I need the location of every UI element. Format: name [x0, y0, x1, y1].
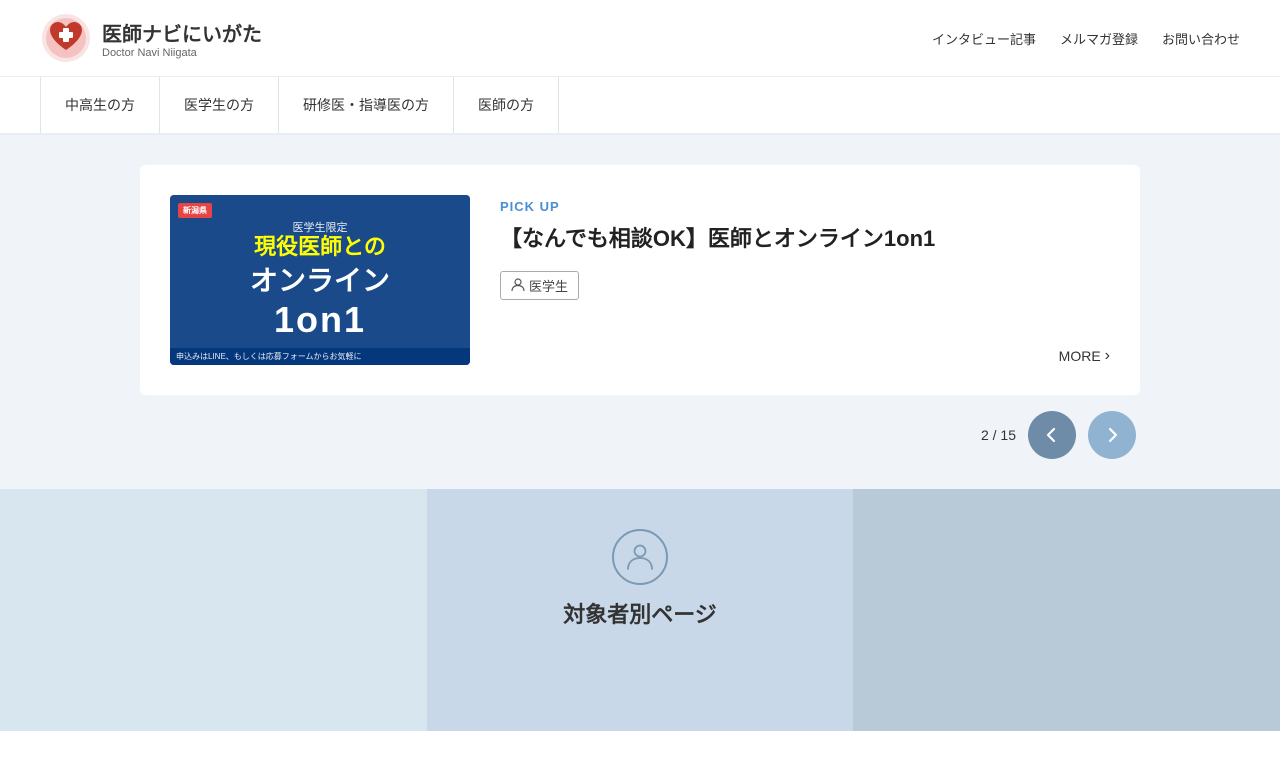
person-circle-icon — [612, 529, 668, 585]
chevron-right-icon — [1103, 426, 1121, 444]
person-icon — [511, 278, 525, 292]
img-line3: オンライン 1on1 — [250, 259, 390, 341]
img-line1: 医学生限定 — [250, 219, 390, 235]
nav-medstudent[interactable]: 医学生の方 — [160, 77, 279, 133]
logo-text: 医師ナビにいがた Doctor Navi Niigata — [102, 18, 262, 59]
img-bottom-text: 申込みはLINE、もしくは応募フォームからお気軽に — [176, 351, 362, 362]
logo-jp: 医師ナビにいがた — [102, 18, 262, 47]
pickup-label: PICK UP — [500, 199, 1110, 214]
more-label: MORE — [1059, 348, 1101, 364]
page-total: 15 — [1000, 427, 1016, 443]
nav-doctor[interactable]: 医師の方 — [454, 77, 559, 133]
pickup-card: 新潟県 医学生限定 現役医師との オンライン 1on1 申込みはLINE、もしく… — [140, 165, 1140, 395]
newsletter-link[interactable]: メルマガ登録 — [1060, 29, 1138, 48]
logo-icon — [40, 12, 92, 64]
page-body: 新潟県 医学生限定 現役医師との オンライン 1on1 申込みはLINE、もしく… — [0, 135, 1280, 489]
contact-link[interactable]: お問い合わせ — [1162, 29, 1240, 48]
nav-resident[interactable]: 研修医・指導医の方 — [279, 77, 454, 133]
logo-area: 医師ナビにいがた Doctor Navi Niigata — [40, 12, 262, 64]
card-image: 新潟県 医学生限定 現役医師との オンライン 1on1 申込みはLINE、もしく… — [170, 195, 470, 365]
img-center-text: 医学生限定 現役医師との オンライン 1on1 — [250, 219, 390, 341]
card-title: 【なんでも相談OK】医師とオンライン1on1 — [500, 224, 1110, 255]
img-bottom-bar: 申込みはLINE、もしくは応募フォームからお気軽に — [170, 348, 470, 365]
bottom-section: 対象者別ページ 中高生の方 医学生の方 研修医・指導医の方 医師の方 — [0, 489, 1280, 731]
img-line2: 現役医師との — [250, 235, 390, 259]
tag: 医学生 — [500, 271, 579, 300]
main-nav: 中高生の方 医学生の方 研修医・指導医の方 医師の方 — [0, 77, 1280, 135]
user-icon — [625, 542, 655, 572]
more-button[interactable]: MORE › — [1059, 347, 1110, 365]
next-button[interactable] — [1088, 411, 1136, 459]
header-links: インタビュー記事 メルマガ登録 お問い合わせ — [932, 29, 1240, 48]
pagination-row: 2 / 15 — [140, 411, 1140, 459]
bottom-content: 対象者別ページ — [0, 489, 1280, 649]
pagination-info: 2 / 15 — [981, 427, 1016, 443]
card-image-inner: 新潟県 医学生限定 現役医師との オンライン 1on1 申込みはLINE、もしく… — [170, 195, 470, 365]
chevron-left-icon — [1043, 426, 1061, 444]
img-badge: 新潟県 — [178, 203, 212, 218]
page-current: 2 — [981, 427, 989, 443]
tag-label: 医学生 — [529, 276, 568, 295]
nav-highschool[interactable]: 中高生の方 — [40, 77, 160, 133]
chevron-right-icon: › — [1105, 347, 1110, 365]
section-title: 対象者別ページ — [563, 597, 717, 629]
header: 医師ナビにいがた Doctor Navi Niigata インタビュー記事 メル… — [0, 0, 1280, 77]
logo-en: Doctor Navi Niigata — [102, 47, 262, 59]
prev-button[interactable] — [1028, 411, 1076, 459]
card-content: PICK UP 【なんでも相談OK】医師とオンライン1on1 医学生 — [500, 195, 1110, 300]
interview-link[interactable]: インタビュー記事 — [932, 29, 1036, 48]
